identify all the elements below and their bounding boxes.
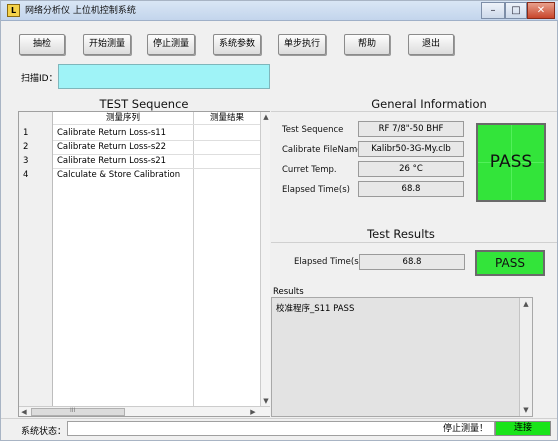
pass-indicator-small: PASS [475,250,545,276]
general-info-title: General Information [371,97,487,111]
horizontal-scroll-thumb[interactable]: III [31,407,125,416]
info-label-calibrate-filename: Calibrate FileName [282,145,363,155]
row-index: 2 [23,142,29,152]
scan-id-label: 扫描ID： [21,74,58,84]
info-label-test-sequence: Test Sequence [282,125,344,135]
info-value-calibrate-filename: Kalibr50-3G-My.clb [358,141,464,157]
app-icon: L [7,4,20,17]
system-status-message: 停止测量！ [442,424,488,434]
step-execute-button[interactable]: 单步执行 [278,34,326,55]
pass-indicator-large-text: PASS [489,152,533,172]
exit-button[interactable]: 退出 [408,34,454,55]
table-row-name[interactable]: Calibrate Return Loss-s22 [57,140,166,154]
table-row-name[interactable]: Calibrate Return Loss-s11 [57,126,166,140]
close-button[interactable]: ✕ [527,2,555,19]
results-elapsed-label: Elapsed Time(s) [294,257,362,267]
app-window: L 网络分析仪 上位机控制系统 – □ ✕ 抽检 开始测量 停止测量 系统参数 … [0,0,558,441]
row-index: 3 [23,156,29,166]
scroll-down-arrow-icon[interactable]: ▼ [521,405,531,415]
vertical-scrollbar[interactable]: ▲ ▼ [260,112,270,406]
system-status-field: 停止测量！ [67,421,495,436]
test-sequence-title: TEST Sequence [99,97,189,111]
header-divider [53,124,260,125]
title-bar: L 网络分析仪 上位机控制系统 – □ ✕ [1,1,558,21]
section-divider [271,242,557,243]
scroll-up-arrow-icon[interactable]: ▲ [261,112,271,122]
info-value-test-sequence: RF 7/8"-50 BHF [358,121,464,137]
start-measure-button[interactable]: 开始测量 [83,34,131,55]
scroll-left-arrow-icon[interactable]: ◀ [19,407,29,417]
window-title: 网络分析仪 上位机控制系统 [25,6,136,16]
table-row-name[interactable]: Calculate & Store Calibration [57,168,180,182]
help-button[interactable]: 帮助 [344,34,390,55]
scroll-down-arrow-icon[interactable]: ▼ [261,396,271,406]
info-value-current-temp: 26 °C [358,161,464,177]
results-text: 校准程序_S11 PASS [276,304,355,314]
pass-indicator-large: PASS [476,123,546,202]
system-status-label: 系统状态： [21,427,67,437]
column-header-result[interactable]: 测量结果 [194,112,260,124]
scroll-right-arrow-icon[interactable]: ▶ [248,407,258,417]
sample-check-button[interactable]: 抽检 [19,34,65,55]
stop-measure-button[interactable]: 停止测量 [147,34,195,55]
test-sequence-table[interactable]: 测量序列 测量结果 1 Calibrate Return Loss-s11 2 … [18,111,270,417]
connect-indicator[interactable]: 连接 [495,421,551,436]
horizontal-scrollbar[interactable]: ◀ III ▶ [19,406,270,416]
status-divider [1,418,557,419]
row-index: 1 [23,128,29,138]
test-results-title: Test Results [367,227,435,241]
column-divider [193,112,194,406]
row-index: 4 [23,170,29,180]
info-label-elapsed-time: Elapsed Time(s) [282,185,350,195]
results-elapsed-value: 68.8 [359,254,465,270]
info-label-current-temp: Curret Temp. [282,165,337,175]
column-header-sequence[interactable]: 测量序列 [53,112,193,124]
results-label: Results [273,287,304,297]
results-textarea[interactable]: 校准程序_S11 PASS [271,297,533,417]
scroll-grip: III [70,407,76,414]
table-row-name[interactable]: Calibrate Return Loss-s21 [57,154,166,168]
maximize-button[interactable]: □ [505,2,527,19]
scroll-up-arrow-icon[interactable]: ▲ [521,299,531,309]
minimize-button[interactable]: – [481,2,505,19]
scan-id-input[interactable] [58,64,270,89]
info-value-elapsed-time: 68.8 [358,181,464,197]
results-scrollbar[interactable]: ▲ ▼ [519,298,532,416]
system-params-button[interactable]: 系统参数 [213,34,261,55]
